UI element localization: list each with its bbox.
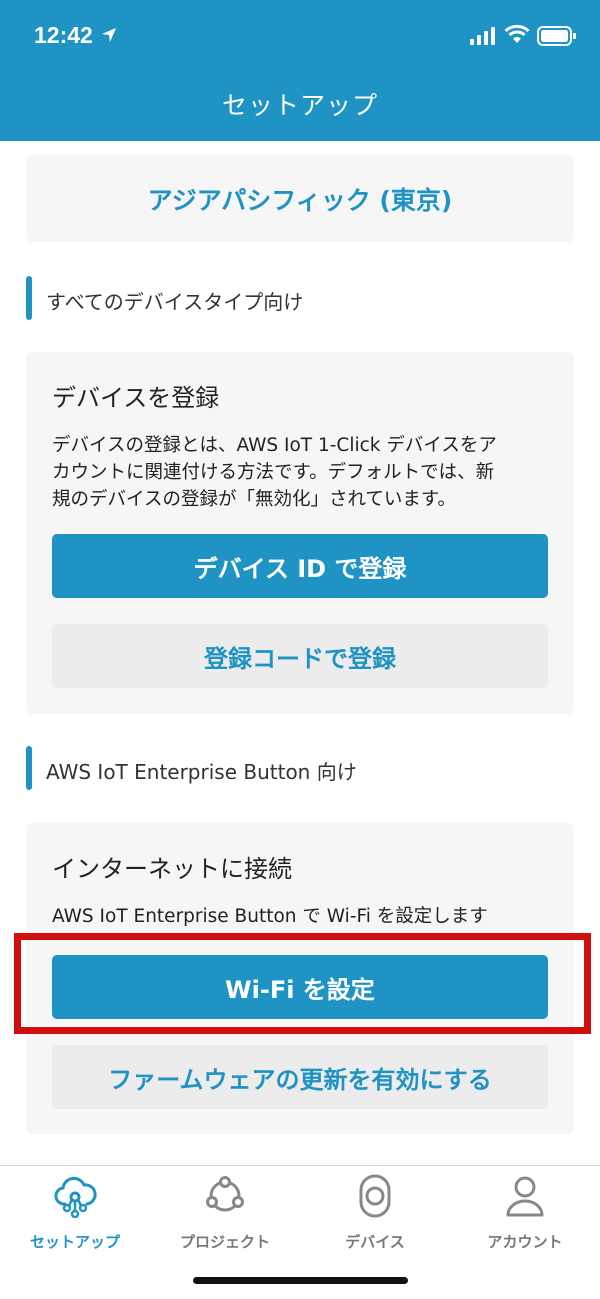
register-by-device-id-button[interactable]: デバイス ID で登録 <box>52 534 548 598</box>
region-card: アジアパシフィック (東京) <box>26 155 574 242</box>
person-icon <box>506 1176 544 1217</box>
section-header-enterprise-button: AWS IoT Enterprise Button 向け <box>26 746 574 790</box>
tab-label: セットアップ <box>29 1233 120 1251</box>
connect-card-description: AWS IoT Enterprise Button で Wi-Fi を設定します <box>52 906 488 927</box>
wifi-icon <box>504 24 530 43</box>
tab-account[interactable]: アカウント <box>450 1174 600 1254</box>
tab-label: アカウント <box>487 1233 563 1251</box>
battery-icon <box>537 26 576 46</box>
status-time: 12:42 <box>34 22 93 48</box>
status-bar: 12:42 <box>0 0 600 74</box>
register-device-card: デバイスを登録 デバイスの登録とは、AWS IoT 1-Click デバイスをア… <box>26 352 574 714</box>
cloud-setup-icon <box>54 1176 97 1218</box>
register-card-description: デバイスの登録とは、AWS IoT 1-Click デバイスをア カウントに関連… <box>52 435 497 510</box>
section-accent-bar <box>26 746 32 790</box>
highlight-box <box>14 933 591 1034</box>
register-card-title: デバイスを登録 <box>52 384 220 412</box>
device-button-icon <box>359 1174 391 1218</box>
location-arrow-icon <box>102 28 116 42</box>
home-indicator[interactable] <box>193 1277 408 1284</box>
project-nodes-icon <box>206 1176 244 1212</box>
region-selector-link[interactable]: アジアパシフィック (東京) <box>26 181 574 217</box>
tab-setup[interactable]: セットアップ <box>0 1174 150 1254</box>
enable-firmware-update-button[interactable]: ファームウェアの更新を有効にする <box>52 1045 548 1109</box>
register-by-code-button[interactable]: 登録コードで登録 <box>52 624 548 688</box>
tab-projects[interactable]: プロジェクト <box>150 1174 300 1254</box>
tab-label: デバイス <box>345 1233 405 1251</box>
tab-devices[interactable]: デバイス <box>300 1174 450 1254</box>
section-header-all-devices: すべてのデバイスタイプ向け <box>26 276 574 320</box>
tab-label: プロジェクト <box>179 1233 270 1251</box>
section-label: AWS IoT Enterprise Button 向け <box>46 760 357 784</box>
connect-card-title: インターネットに接続 <box>52 855 292 883</box>
section-accent-bar <box>26 276 32 320</box>
section-label: すべてのデバイスタイプ向け <box>46 290 304 314</box>
page-title: セットアップ <box>221 91 378 120</box>
top-bar: 12:42 セットアップ <box>0 0 600 141</box>
cellular-signal-icon <box>470 27 495 45</box>
